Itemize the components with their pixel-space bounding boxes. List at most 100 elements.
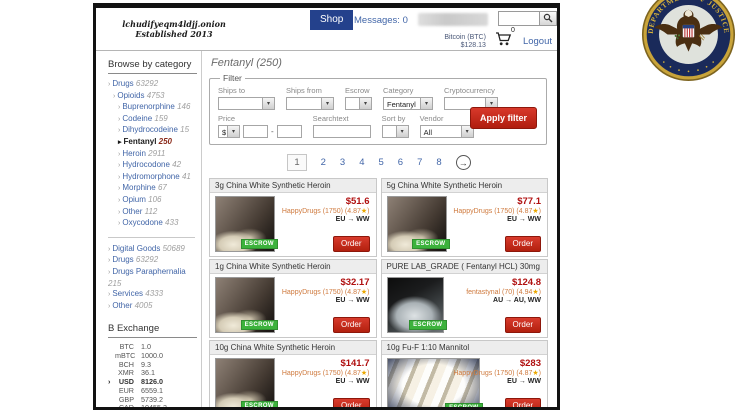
section-count: 215 [108, 279, 121, 288]
sidebar-category-item[interactable]: ›Opium 106 [108, 195, 197, 207]
price-min-input[interactable] [243, 125, 268, 138]
chevron-right-icon: › [108, 246, 110, 253]
search-button[interactable] [540, 11, 557, 26]
shipping-route: EU → WW [336, 378, 370, 385]
order-button[interactable]: Order [505, 317, 541, 333]
site-header: lchudifyeqm4ldjj.onion Established 2013 … [96, 8, 557, 51]
sidebar-category-item[interactable]: ›Heroin 2911 [108, 149, 197, 161]
selected-pointer [108, 387, 115, 396]
next-page-button[interactable]: → [456, 155, 471, 170]
vendor-rating-end: ) [539, 370, 541, 377]
sidebar-category-item[interactable]: ›Hydromorphone 41 [108, 172, 197, 184]
product-title[interactable]: 10g Fu-F 1:10 Mannitol [382, 341, 548, 355]
search-icon [543, 10, 553, 28]
category-label: Hydrocodone [122, 160, 170, 169]
page-title: Fentanyl (250) [211, 57, 549, 69]
site-name: lchudifyeqm4ldjj.onion [112, 19, 236, 29]
sidebar-category-item[interactable]: ›Codeine 159 [108, 114, 197, 126]
product-card: 10g Fu-F 1:10 Mannitol ESCROW $283 Happy… [381, 340, 549, 407]
category-count: 250 [159, 137, 172, 146]
page-number[interactable]: 6 [398, 157, 403, 168]
order-button[interactable]: Order [333, 317, 369, 333]
vendor-rating: (4.87 [345, 370, 361, 377]
page-number[interactable]: 2 [321, 157, 326, 168]
search-bar [498, 11, 557, 26]
sidebar-category-item[interactable]: ›Opioids 4753 [108, 91, 197, 103]
shop-tab[interactable]: Shop [310, 10, 353, 30]
order-button[interactable]: Order [505, 398, 541, 407]
sidebar-section-item[interactable]: ›Other 4005 [108, 301, 197, 313]
category-label: Other [122, 207, 142, 216]
price-max-input[interactable] [277, 125, 302, 138]
sidebar-category-item[interactable]: ›Drugs 63292 [108, 79, 197, 91]
escrow-select[interactable]: ▾ [345, 97, 372, 110]
logout-link[interactable]: Logout [523, 36, 552, 47]
section-list: ›Digital Goods 50689 ›Drugs 63292 ›Drugs… [108, 244, 197, 313]
messages-link[interactable]: Messages: 0 [354, 15, 408, 26]
price-currency-select[interactable]: $▾ [218, 125, 240, 138]
sidebar-category-item[interactable]: ›Other 112 [108, 207, 197, 219]
product-title[interactable]: 10g China White Synthetic Heroin [210, 341, 376, 355]
vendor-rating-end: ) [367, 289, 369, 296]
page-number[interactable]: 1 [287, 154, 306, 171]
chevron-down-icon: ▾ [420, 98, 432, 109]
page-number[interactable]: 7 [417, 157, 422, 168]
shipping-route: EU → WW [507, 216, 541, 223]
product-title[interactable]: 1g China White Synthetic Heroin [210, 260, 376, 274]
apply-filter-button[interactable]: Apply filter [470, 107, 537, 129]
vendor-link[interactable]: HappyDrugs (1750) (4.87★) [453, 207, 541, 215]
vendor-rating-end: ) [367, 370, 369, 377]
sidebar-category-item[interactable]: ›Dihydrocodeine 15 [108, 125, 197, 137]
search-input[interactable] [498, 11, 540, 26]
vendor-rating: (4.87 [345, 208, 361, 215]
sidebar-category-item[interactable]: ›Oxycodone 433 [108, 218, 197, 230]
sidebar-section-item[interactable]: ›Digital Goods 50689 [108, 244, 197, 256]
product-title[interactable]: 5g China White Synthetic Heroin [382, 179, 548, 193]
market-window: lchudifyeqm4ldjj.onion Established 2013 … [93, 3, 560, 410]
page-number[interactable]: 4 [359, 157, 364, 168]
site-logo[interactable]: lchudifyeqm4ldjj.onion Established 2013 [112, 19, 236, 39]
chevron-right-icon: › [108, 269, 110, 276]
vendor-rating: (4.87 [516, 208, 532, 215]
order-button[interactable]: Order [333, 398, 369, 407]
category-count: 433 [165, 218, 178, 227]
category-label: Heroin [122, 149, 146, 158]
product-title[interactable]: PURE LAB_GRADE ( Fentanyl HCL) 30mg [382, 260, 548, 274]
vendor-link[interactable]: fentastynal (70) (4.94★) [466, 288, 541, 296]
vendor-name: HappyDrugs (1750) [282, 208, 343, 215]
page-number[interactable]: 8 [436, 157, 441, 168]
chevron-right-icon: › [118, 127, 120, 134]
sidebar-category-item[interactable]: ›Hydrocodone 42 [108, 160, 197, 172]
sidebar-section-item[interactable]: ›Drugs 63292 [108, 255, 197, 267]
sort-by-select[interactable]: ▾ [382, 125, 409, 138]
category-label: Category [383, 86, 433, 95]
product-image[interactable] [215, 358, 275, 407]
sidebar-section-item[interactable]: ›Drugs Paraphernalia 215 [108, 267, 197, 289]
sidebar-category-item[interactable]: ▸Fentanyl 250 [108, 137, 197, 149]
order-button[interactable]: Order [505, 236, 541, 252]
product-image[interactable] [387, 358, 480, 407]
sidebar-category-item[interactable]: ›Morphine 67 [108, 183, 197, 195]
ships-to-select[interactable]: ▾ [218, 97, 275, 110]
sidebar-section-item[interactable]: ›Services 4333 [108, 289, 197, 301]
cart-button[interactable]: 0 [495, 32, 514, 51]
category-count: 42 [172, 160, 181, 169]
vendor-link[interactable]: HappyDrugs (1750) (4.87★) [453, 369, 541, 377]
category-label: Opium [122, 195, 146, 204]
vendor-link[interactable]: HappyDrugs (1750) (4.87★) [282, 207, 370, 215]
product-price: $77.1 [517, 196, 541, 207]
sidebar-category-item[interactable]: ›Buprenorphine 146 [108, 102, 197, 114]
vendor-link[interactable]: HappyDrugs (1750) (4.87★) [282, 369, 370, 377]
vendor-link[interactable]: HappyDrugs (1750) (4.87★) [282, 288, 370, 296]
page-number[interactable]: 5 [379, 157, 384, 168]
cart-count-badge: 0 [511, 27, 515, 34]
category-select[interactable]: Fentanyl▾ [383, 97, 433, 110]
vendor-select[interactable]: All▾ [420, 125, 474, 138]
page-number[interactable]: 3 [340, 157, 345, 168]
searchtext-input[interactable] [313, 125, 371, 138]
ships-from-select[interactable]: ▾ [286, 97, 334, 110]
category-label: Morphine [122, 183, 155, 192]
product-title[interactable]: 3g China White Synthetic Heroin [210, 179, 376, 193]
order-button[interactable]: Order [333, 236, 369, 252]
chevron-down-icon: ▾ [359, 98, 371, 109]
